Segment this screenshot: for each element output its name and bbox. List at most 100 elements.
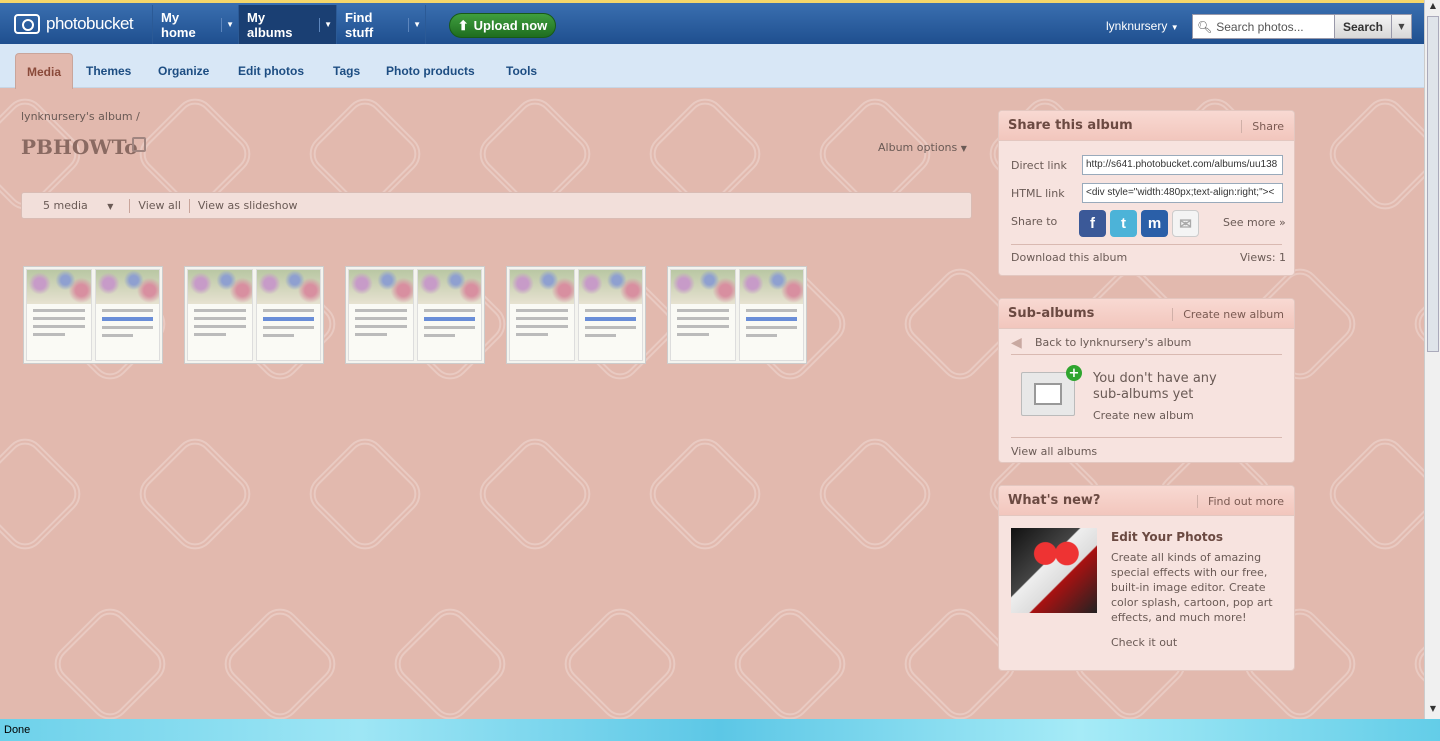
myspace-icon[interactable]: m [1141, 210, 1168, 237]
share-album-panel: Share this album Share Direct link http:… [998, 110, 1295, 276]
user-menu[interactable]: lynknursery ▼ [1106, 19, 1179, 33]
brand-name: photobucket [46, 14, 134, 33]
plus-icon[interactable]: + [1066, 365, 1082, 381]
search-button[interactable]: Search [1334, 14, 1392, 39]
lock-icon[interactable] [132, 137, 146, 152]
view-all-link[interactable]: View all [130, 199, 188, 212]
nav-my-home[interactable]: My home ▼ [152, 5, 238, 45]
share-panel-header: Share this album Share [999, 111, 1294, 141]
search-icon: 🔍︎ [1197, 19, 1213, 34]
chevron-down-icon: ▼ [960, 144, 967, 153]
upload-now-button[interactable]: ⬆ Upload now [449, 13, 556, 38]
see-more-link[interactable]: See more » [1223, 216, 1286, 229]
upload-arrow-icon: ⬆ [457, 17, 469, 33]
photo-thumbnail[interactable] [667, 266, 807, 364]
view-as-slideshow-link[interactable]: View as slideshow [190, 199, 306, 212]
background-motif [216, 600, 344, 719]
back-arrow-icon: ◀ [1011, 335, 1022, 351]
divider [1011, 244, 1282, 245]
create-new-album-link[interactable]: Create new album [1093, 409, 1194, 422]
scrollbar-thumb[interactable] [1427, 16, 1439, 352]
find-out-more-link[interactable]: Find out more [1196, 495, 1284, 508]
whats-new-panel: What's new? Find out more Edit Your Phot… [998, 485, 1295, 671]
sub-albums-title: Sub-albums [1008, 306, 1095, 321]
scroll-up-arrow-icon[interactable]: ▲ [1425, 1, 1440, 15]
share-to-label: Share to [1011, 215, 1058, 228]
promo-text: Create all kinds of amazing special effe… [1111, 551, 1273, 624]
album-title: PBHOWTo [21, 135, 138, 159]
promo-title[interactable]: Edit Your Photos [1111, 530, 1223, 544]
facebook-icon[interactable]: f [1079, 210, 1106, 237]
tab-tags[interactable]: Tags [333, 64, 360, 78]
media-count: 5 media [43, 199, 88, 212]
camera-icon [14, 14, 40, 34]
vertical-scrollbar[interactable]: ▲ ▼ [1424, 0, 1440, 719]
email-icon[interactable]: ✉ [1172, 210, 1199, 237]
nav-find-stuff-label: Find stuff [345, 10, 374, 40]
sub-albums-header: Sub-albums Create new album [999, 299, 1294, 329]
tab-organize[interactable]: Organize [158, 64, 209, 78]
twitter-icon[interactable]: t [1110, 210, 1137, 237]
album-options-dropdown[interactable]: Album options ▼ [878, 141, 967, 154]
folder-icon [1021, 372, 1075, 416]
background-motif [811, 430, 939, 558]
price-card-image [255, 269, 321, 361]
direct-link-field[interactable]: http://s641.photobucket.com/albums/uu138 [1082, 155, 1283, 175]
price-card-image [577, 269, 643, 361]
view-all-albums-link[interactable]: View all albums [1011, 445, 1097, 458]
scroll-down-arrow-icon[interactable]: ▼ [1425, 704, 1440, 718]
background-motif [556, 600, 684, 719]
background-motif [1406, 600, 1424, 719]
tab-media[interactable]: Media [15, 53, 73, 89]
sub-nav-bar: Media Themes Organize Edit photos Tags P… [0, 44, 1424, 89]
username: lynknursery [1106, 19, 1168, 33]
brand-logo[interactable]: photobucket [14, 13, 134, 35]
price-card-image [670, 269, 736, 361]
photo-thumbnail[interactable] [23, 266, 163, 364]
sub-albums-panel: Sub-albums Create new album ◀ Back to ly… [998, 298, 1295, 463]
price-card-image [26, 269, 92, 361]
upload-now-label: Upload now [473, 18, 548, 33]
share-panel-title: Share this album [1008, 118, 1133, 133]
chevron-down-icon[interactable]: ▼ [408, 18, 425, 32]
promo-image[interactable] [1011, 528, 1097, 613]
tab-themes[interactable]: Themes [86, 64, 131, 78]
media-toolbar: 5 media ▼ View all View as slideshow [21, 192, 972, 219]
views-count: Views: 1 [1240, 251, 1287, 264]
price-card-image [348, 269, 414, 361]
top-nav-bar: photobucket My home ▼ My albums ▼ Find stu… [0, 0, 1424, 45]
background-motif [46, 600, 174, 719]
photo-thumbnail[interactable] [345, 266, 485, 364]
download-album-link[interactable]: Download this album [1011, 251, 1127, 264]
media-count-dropdown[interactable]: 5 media ▼ [22, 199, 129, 212]
chevron-down-icon[interactable]: ▼ [221, 18, 238, 32]
nav-find-stuff[interactable]: Find stuff ▼ [336, 5, 426, 45]
photo-thumbnail[interactable] [184, 266, 324, 364]
breadcrumb[interactable]: lynknursery's album / [21, 110, 140, 123]
whats-new-title: What's new? [1008, 493, 1101, 508]
divider [1011, 437, 1282, 438]
tab-photo-products[interactable]: Photo products [386, 64, 475, 78]
tab-tools[interactable]: Tools [506, 64, 537, 78]
price-card-image [416, 269, 482, 361]
search-input[interactable]: 🔍︎ Search photos... [1192, 14, 1335, 39]
search-placeholder: Search photos... [1216, 19, 1304, 34]
no-sub-albums-text: You don't have any sub-albums yet [1093, 371, 1217, 402]
nav-my-home-label: My home [161, 10, 196, 40]
back-to-album-link[interactable]: Back to lynknursery's album [1035, 336, 1191, 349]
photo-thumbnail[interactable] [506, 266, 646, 364]
nav-my-albums[interactable]: My albums ▼ [238, 5, 336, 45]
chevron-down-icon[interactable]: ▼ [319, 18, 336, 32]
check-it-out-link[interactable]: Check it out [1111, 636, 1177, 649]
album-options-label: Album options [878, 141, 958, 154]
search-options-dropdown[interactable]: ▼ [1391, 14, 1412, 39]
html-link-field[interactable]: <div style="width:480px;text-align:right… [1082, 183, 1283, 203]
create-new-album-header-link[interactable]: Create new album [1172, 308, 1284, 321]
share-link[interactable]: Share [1241, 120, 1284, 133]
background-motif [1321, 430, 1424, 558]
background-motif [471, 430, 599, 558]
background-motif [1406, 260, 1424, 388]
html-link-label: HTML link [1011, 187, 1065, 200]
footer-water-strip [0, 719, 1440, 741]
tab-edit-photos[interactable]: Edit photos [238, 64, 304, 78]
